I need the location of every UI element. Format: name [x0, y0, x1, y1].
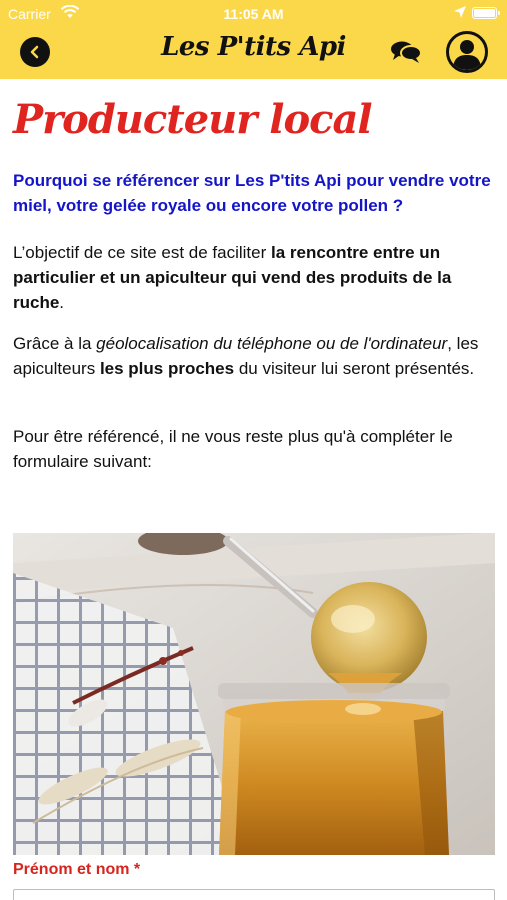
paragraph-form-intro: Pour être référencé, il ne vous reste pl… [13, 427, 453, 471]
top-bar: Carrier 11:05 AM Les P'tits Api [0, 0, 507, 79]
paragraph-geolocation: Grâce à la géolocalisation du téléphone … [13, 331, 495, 381]
italic-text: géolocalisation du téléphone ou de l'ord… [96, 334, 448, 353]
intro-question: Pourquoi se référencer sur Les P'tits Ap… [13, 171, 491, 215]
text-run: L’objectif de ce site est de faciliter [13, 243, 271, 262]
honey-jar-photo [13, 533, 495, 855]
bold-text: les plus proches [99, 359, 235, 378]
profile-icon [453, 40, 481, 70]
profile-button[interactable] [446, 31, 488, 73]
status-bar: Carrier 11:05 AM [0, 0, 507, 28]
honey-jar-illustration [13, 533, 495, 855]
page-title: Producteur local [13, 96, 373, 143]
status-time: 11:05 AM [223, 6, 284, 22]
battery-icon [472, 7, 500, 19]
location-arrow-icon [454, 6, 466, 18]
text-run: . [59, 293, 65, 312]
paragraph-objective: L’objectif de ce site est de faciliter l… [13, 240, 495, 315]
chat-bubbles-icon[interactable] [390, 40, 422, 64]
text-run: du visiteur lui seront présentés. [234, 359, 475, 378]
text-run: Grâce à la [13, 334, 97, 353]
name-field-label: Prénom et nom * [13, 861, 141, 878]
app-title: Les P'tits Api [161, 32, 346, 62]
name-input[interactable] [13, 889, 495, 900]
